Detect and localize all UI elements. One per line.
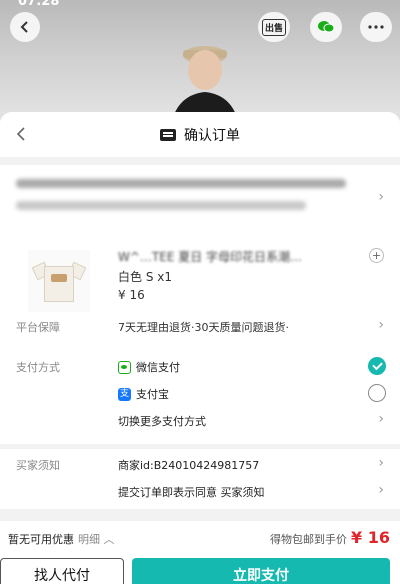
coupon-status[interactable]: 暂无可用优惠 明细 ︿ xyxy=(8,531,115,547)
payment-label: 支付方式 xyxy=(16,361,60,374)
model-photo xyxy=(172,46,238,120)
more-payment-methods[interactable]: 切换更多支付方式 xyxy=(118,413,206,429)
more-payment-label: 切换更多支付方式 xyxy=(118,415,206,428)
product-thumbnail[interactable] xyxy=(28,250,90,312)
address-redacted-line xyxy=(16,201,306,210)
more-button[interactable] xyxy=(360,12,392,42)
payment-card: 支付方式 微信支付 支 支付宝 切换更多支付方式 › xyxy=(0,351,400,444)
chevron-right-icon: › xyxy=(378,189,384,205)
back-button[interactable] xyxy=(10,12,40,42)
payment-option-label: 微信支付 xyxy=(136,361,180,374)
page-title: 确认订单 xyxy=(0,125,400,145)
alipay-icon: 支 xyxy=(118,387,131,401)
chevron-right-icon: › xyxy=(378,455,384,471)
buyer-notice-label: 买家须知 xyxy=(16,459,60,472)
merchant-id[interactable]: 商家id:B24010424981757 xyxy=(118,457,259,473)
detail-toggle[interactable]: 明细 ︿ xyxy=(78,533,115,546)
alipay-radio[interactable] xyxy=(368,384,386,402)
product-variant: 白色 S x1 xyxy=(118,270,172,284)
total-label: 得物包邮到手价 xyxy=(270,533,348,546)
chevron-right-icon: › xyxy=(378,411,384,427)
payment-option-wechat[interactable]: 微信支付 xyxy=(118,359,180,375)
proxy-pay-button[interactable]: 找人代付 xyxy=(0,558,124,584)
address-redacted-line xyxy=(16,179,346,188)
more-dots-icon xyxy=(368,25,384,29)
add-icon[interactable]: + xyxy=(369,248,384,263)
address-card[interactable]: › xyxy=(0,165,400,235)
wechat-share-button[interactable] xyxy=(310,12,342,42)
coupon-text: 暂无可用优惠 xyxy=(8,533,74,546)
chevron-left-icon xyxy=(20,21,28,33)
guarantee-label: 平台保障 xyxy=(16,321,60,334)
sell-button[interactable]: 出售 xyxy=(258,12,290,42)
sell-label: 出售 xyxy=(261,18,286,36)
status-time: 07:28 xyxy=(18,0,60,9)
pay-now-button[interactable]: 立即支付 xyxy=(132,558,390,584)
checkout-bar: 暂无可用优惠 明细 ︿ 得物包邮到手价 ¥ 16 找人代付 立即支付 xyxy=(0,521,400,584)
order-icon xyxy=(160,129,176,141)
product-photo-background: 07:28 出售 xyxy=(0,0,400,120)
payment-option-alipay[interactable]: 支 支付宝 xyxy=(118,386,169,402)
wechat-icon xyxy=(318,21,335,33)
payment-option-label: 支付宝 xyxy=(136,388,169,401)
wechat-pay-radio[interactable] xyxy=(368,357,386,375)
total-price: 得物包邮到手价 ¥ 16 xyxy=(270,528,390,547)
wechat-pay-icon xyxy=(118,360,131,374)
chevron-right-icon: › xyxy=(378,317,384,333)
sheet-header: 确认订单 xyxy=(0,112,400,157)
page-title-text: 确认订单 xyxy=(184,128,240,144)
product-price: ¥ 16 xyxy=(118,288,145,302)
product-title: W^…TEE 夏日 字母印花日系潮… xyxy=(118,250,303,264)
tshirt-image xyxy=(31,260,87,302)
confirm-order-sheet: 确认订单 › W^…TEE 夏日 字母印花日系潮… + 白色 S x1 ¥ 16… xyxy=(0,112,400,584)
total-amount: ¥ 16 xyxy=(351,528,390,547)
agree-terms-text[interactable]: 提交订单即表示同意 买家须知 xyxy=(118,484,265,500)
guarantee-text[interactable]: 7天无理由退货·30天质量问题退货· xyxy=(118,319,289,335)
buyer-notice-card: 买家须知 商家id:B24010424981757 › 提交订单即表示同意 买家… xyxy=(0,449,400,509)
chevron-right-icon: › xyxy=(378,482,384,498)
